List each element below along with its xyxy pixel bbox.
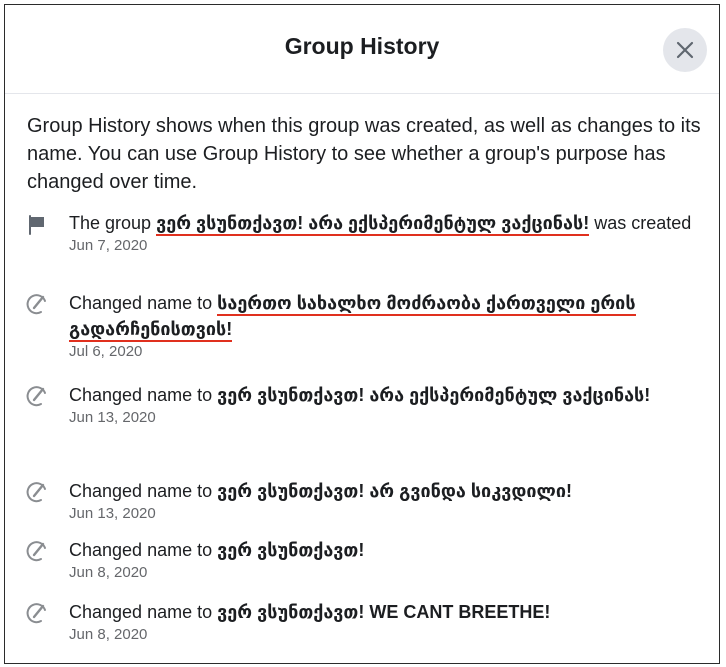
edit-name-icon bbox=[26, 386, 46, 407]
group-name: ვერ ვსუნთქავთ! bbox=[217, 540, 365, 560]
event-prefix: Changed name to bbox=[69, 293, 213, 313]
event-date: Jun 13, 2020 bbox=[69, 409, 156, 426]
group-name: ვერ ვსუნთქავთ! არა ექსპერიმენტულ ვაქცინა… bbox=[217, 385, 651, 405]
event-date: Jun 8, 2020 bbox=[69, 564, 148, 581]
event-prefix: Changed name to bbox=[69, 602, 213, 622]
event-suffix: was created bbox=[594, 213, 692, 233]
edit-name-icon bbox=[26, 294, 46, 315]
edit-name-icon bbox=[26, 603, 46, 624]
close-icon bbox=[676, 41, 694, 59]
dialog-description: Group History shows when this group was … bbox=[27, 115, 701, 193]
flag-icon bbox=[29, 215, 44, 235]
event-date: Jun 13, 2020 bbox=[69, 505, 156, 522]
group-history-dialog: Group History Group History shows when t… bbox=[4, 4, 720, 664]
group-name: ვერ ვსუნთქავთ! WE CANT BREETHE! bbox=[217, 602, 551, 622]
edit-name-icon bbox=[26, 541, 46, 562]
event-prefix: The group bbox=[69, 213, 152, 233]
edit-name-icon bbox=[26, 482, 46, 503]
event-prefix: Changed name to bbox=[69, 385, 213, 405]
event-prefix: Changed name to bbox=[69, 481, 213, 501]
event-prefix: Changed name to bbox=[69, 540, 213, 560]
group-name: ვერ ვსუნთქავთ! არ გვინდა სიკვდილი! bbox=[217, 481, 572, 501]
event-date: Jun 8, 2020 bbox=[69, 626, 148, 643]
event-date: Jul 6, 2020 bbox=[69, 343, 143, 360]
event-date: Jun 7, 2020 bbox=[69, 237, 148, 254]
group-name: ვერ ვსუნთქავთ! არა ექსპერიმენტულ ვაქცინა… bbox=[156, 213, 590, 236]
close-button[interactable] bbox=[663, 28, 707, 72]
dialog-header: Group History bbox=[5, 5, 719, 94]
dialog-title: Group History bbox=[284, 33, 440, 59]
